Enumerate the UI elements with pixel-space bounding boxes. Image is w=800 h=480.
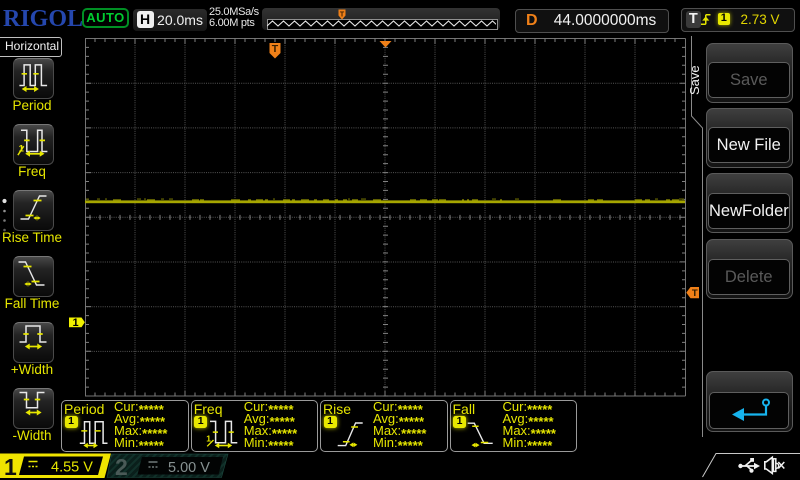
svg-text:T: T (272, 43, 279, 55)
svg-text:2: 2 (115, 454, 128, 480)
svg-text:5.00 V: 5.00 V (168, 460, 210, 476)
svg-text:1: 1 (72, 317, 78, 329)
svg-text:4.55 V: 4.55 V (51, 460, 93, 476)
svg-text:1: 1 (4, 454, 17, 480)
svg-text:1: 1 (206, 433, 211, 443)
